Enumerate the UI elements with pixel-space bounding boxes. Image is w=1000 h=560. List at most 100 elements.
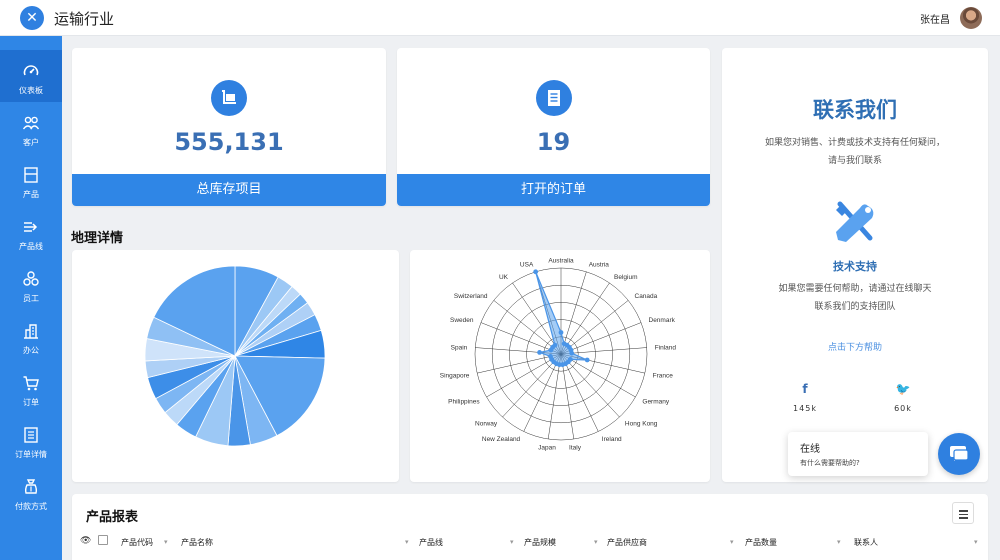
contact-text: 请与我们联系 [827, 156, 882, 166]
sidebar-item-product-lines[interactable]: 产品线 [0, 206, 62, 258]
radar-point [533, 269, 539, 275]
radar-category-label: Canada [635, 293, 658, 300]
twitter-link[interactable]: 🐦 60k [878, 382, 928, 413]
sidebar-item-office[interactable]: 办公 [0, 310, 62, 362]
sidebar-item-label: 订单详情 [15, 450, 47, 459]
radar-category-label: Ireland [602, 436, 622, 443]
avatar[interactable] [960, 7, 982, 29]
radar-category-label: UK [499, 274, 509, 281]
twitter-count: 60k [894, 404, 912, 413]
radar-category-label: Norway [475, 420, 498, 427]
column-header[interactable]: 产品代码 [121, 537, 153, 548]
column-header[interactable]: 产品名称 [181, 537, 213, 548]
user-name[interactable]: 张在昌 [920, 11, 950, 26]
sidebar-item-label: 订单 [23, 398, 39, 407]
column-header[interactable]: 联系人 [854, 537, 878, 548]
box-icon [24, 167, 38, 183]
radar-point [552, 342, 558, 348]
facebook-count: 145k [793, 404, 817, 413]
chat-status: 在线 [800, 444, 820, 455]
sort-icon[interactable]: ▾ [405, 538, 409, 546]
stat-card-inventory: 555,131 总库存项目 [72, 48, 386, 206]
sidebar-item-label: 办公 [23, 346, 39, 355]
sidebar-item-label: 员工 [23, 294, 39, 303]
chat-icon [950, 446, 969, 461]
radar-series-area [535, 271, 588, 366]
column-header[interactable]: 产品数量 [745, 537, 777, 548]
select-all-checkbox[interactable] [98, 535, 108, 545]
sidebar: 仪表板 客户 产品 产品线 员工 办公 订单 订单详情 付款方式 [0, 36, 62, 560]
facebook-link[interactable]: f 145k [780, 382, 830, 413]
employees-icon [23, 271, 39, 286]
radar-category-label: Singapore [440, 372, 470, 379]
sidebar-item-label: 客户 [23, 138, 39, 147]
contact-text: 如果您对销售、计费或技术支持有任何疑问， [764, 138, 945, 148]
order-details-icon [24, 427, 38, 443]
support-text: 联系我们的支持团队 [814, 302, 896, 312]
sidebar-item-orders[interactable]: 订单 [0, 362, 62, 414]
facebook-icon: f [802, 382, 808, 396]
cart-icon [23, 376, 39, 391]
radar-point [569, 350, 575, 356]
chat-button[interactable] [938, 433, 980, 475]
contact-title: 联系我们 [813, 98, 897, 122]
report-menu-button[interactable] [952, 502, 974, 524]
sort-icon[interactable]: ▾ [974, 538, 978, 546]
sidebar-item-dashboard[interactable]: 仪表板 [0, 50, 62, 102]
column-header[interactable]: 产品线 [419, 537, 443, 548]
radar-category-label: Finland [655, 345, 677, 352]
stat-card-open-orders: 19 打开的订单 [397, 48, 710, 206]
radar-point [584, 357, 590, 363]
report-title: 产品报表 [86, 510, 139, 525]
sort-icon[interactable]: ▾ [594, 538, 598, 546]
stat-label[interactable]: 打开的订单 [397, 174, 710, 206]
support-title: 技术支持 [833, 260, 877, 273]
report-card: 产品报表 👁 产品代码 ▾ 产品名称 ▾ 产品线 ▾ 产品规模 ▾ 产品供应商 … [72, 494, 988, 560]
eye-icon[interactable]: 👁 [80, 536, 91, 546]
payment-icon [24, 479, 38, 494]
pie-chart-card [72, 250, 399, 482]
orders-icon [536, 80, 572, 116]
inventory-icon [211, 80, 247, 116]
column-header[interactable]: 产品供应商 [607, 537, 647, 548]
wrench-screwdriver-icon [836, 201, 874, 242]
sidebar-item-label: 产品线 [19, 242, 43, 251]
stat-value: 555,131 [174, 128, 284, 156]
sort-icon[interactable]: ▾ [164, 538, 168, 546]
sidebar-item-products[interactable]: 产品 [0, 154, 62, 206]
radar-category-label: Spain [451, 345, 468, 352]
product-line-icon [24, 222, 38, 232]
users-icon [22, 116, 40, 130]
radar-category-label: France [653, 372, 674, 379]
app-title: 运输行业 [54, 10, 115, 28]
sidebar-item-label: 产品 [23, 190, 39, 199]
radar-point [558, 330, 564, 335]
support-text: 如果您需要任何帮助，请通过在线聊天 [778, 284, 932, 294]
twitter-icon: 🐦 [895, 382, 911, 396]
radar-category-label: New Zealand [482, 436, 521, 443]
sidebar-item-employees[interactable]: 员工 [0, 258, 62, 310]
sort-icon[interactable]: ▾ [510, 538, 514, 546]
sort-icon[interactable]: ▾ [837, 538, 841, 546]
chat-popup[interactable]: 在线 有什么需要帮助的? [788, 432, 928, 476]
help-link[interactable]: 点击下方帮助 [722, 340, 988, 353]
radar-category-label: USA [520, 262, 534, 269]
radar-chart-card: Australia Austria Belgium Canada Denmark Finl… [410, 250, 710, 482]
geo-section-title: 地理详情 [71, 231, 124, 246]
dashboard-icon [23, 65, 39, 76]
app-logo-icon[interactable]: ✕ [20, 6, 44, 30]
radar-point [537, 349, 542, 355]
sidebar-item-payment-methods[interactable]: 付款方式 [0, 466, 62, 518]
radar-category-label: Italy [569, 445, 582, 452]
radar-category-label: Hong Kong [625, 420, 658, 427]
column-header[interactable]: 产品规模 [524, 537, 556, 548]
radar-category-label: Australia [548, 258, 574, 265]
sidebar-item-order-details[interactable]: 订单详情 [0, 414, 62, 466]
radar-chart: Australia Austria Belgium Canada Denmark Finl… [440, 258, 677, 452]
radar-category-label: Austria [589, 262, 610, 269]
stat-label[interactable]: 总库存项目 [72, 174, 386, 206]
sort-icon[interactable]: ▾ [730, 538, 734, 546]
radar-point [548, 353, 553, 359]
sidebar-item-customers[interactable]: 客户 [0, 102, 62, 154]
radar-category-label: Philippines [448, 399, 480, 406]
